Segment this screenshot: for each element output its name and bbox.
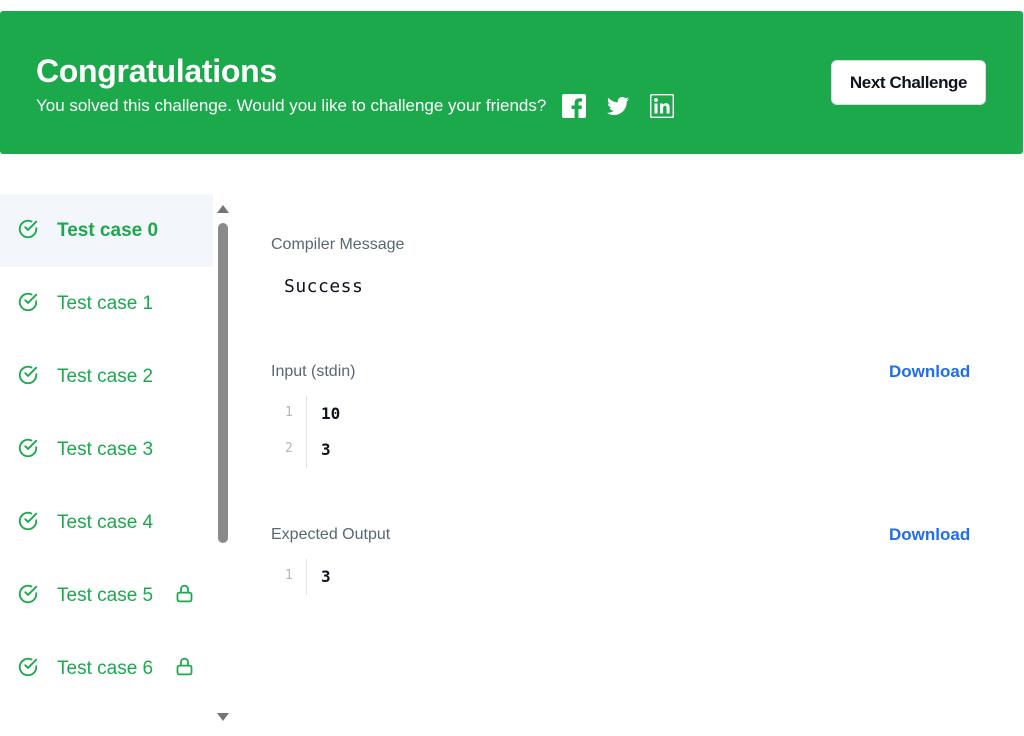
test-case-item[interactable]: Test case 4 [0, 486, 213, 559]
line-value: 3 [321, 440, 331, 459]
code-gutter: 2 [271, 432, 307, 468]
linkedin-icon[interactable] [649, 93, 675, 119]
success-banner: Congratulations You solved this challeng… [0, 11, 1023, 154]
scrollbar-thumb[interactable] [218, 223, 228, 543]
test-case-item[interactable]: Test case 3 [0, 413, 213, 486]
banner-subtitle: You solved this challenge. Would you lik… [36, 96, 547, 115]
test-case-item[interactable]: Test case 2 [0, 340, 213, 413]
test-case-list: Test case 0 Test case 1 Test case 2 Test… [0, 194, 213, 705]
line-number: 1 [285, 405, 293, 420]
social-share-group [562, 93, 694, 119]
sidebar-scrollbar[interactable] [214, 194, 232, 736]
check-circle-icon [18, 438, 38, 458]
compiler-message-label: Compiler Message [271, 236, 405, 253]
check-circle-icon [18, 219, 38, 239]
banner-subtitle-row: You solved this challenge. Would you lik… [36, 93, 694, 119]
line-value: 10 [321, 404, 341, 423]
twitter-icon[interactable] [606, 94, 630, 118]
check-circle-icon [18, 657, 38, 677]
input-download-link[interactable]: Download [889, 362, 970, 382]
code-gutter: 1 [271, 559, 307, 595]
lock-icon [176, 584, 193, 603]
expected-download-link[interactable]: Download [889, 525, 970, 545]
test-case-label: Test case 0 [57, 220, 159, 241]
facebook-icon[interactable] [562, 94, 587, 118]
test-case-item[interactable]: Test case 6 [0, 632, 213, 705]
line-value: 3 [321, 567, 331, 586]
code-gutter: 1 [271, 396, 307, 432]
test-case-label: Test case 3 [57, 439, 154, 460]
lock-icon [176, 657, 193, 676]
banner-title: Congratulations [36, 53, 277, 89]
line-number: 2 [285, 441, 293, 456]
expected-output-label: Expected Output [271, 526, 391, 543]
line-number: 1 [285, 568, 293, 583]
test-case-label: Test case 4 [57, 512, 154, 533]
scroll-down-arrow-icon[interactable] [217, 713, 229, 721]
check-circle-icon [18, 292, 38, 312]
test-case-sidebar: Test case 0 Test case 1 Test case 2 Test… [0, 194, 232, 736]
input-label: Input (stdin) [271, 363, 356, 380]
next-challenge-button[interactable]: Next Challenge [831, 60, 986, 105]
test-case-label: Test case 5 [57, 585, 154, 606]
scroll-up-arrow-icon[interactable] [217, 205, 229, 213]
check-circle-icon [18, 584, 38, 604]
check-circle-icon [18, 365, 38, 385]
test-case-item[interactable]: Test case 1 [0, 267, 213, 340]
test-case-label: Test case 6 [57, 658, 154, 679]
test-case-item[interactable]: Test case 0 [0, 194, 213, 267]
check-circle-icon [18, 511, 38, 531]
test-case-label: Test case 1 [57, 293, 154, 314]
test-case-item[interactable]: Test case 5 [0, 559, 213, 632]
test-case-label: Test case 2 [57, 366, 154, 387]
compiler-message-text: Success [284, 276, 364, 297]
